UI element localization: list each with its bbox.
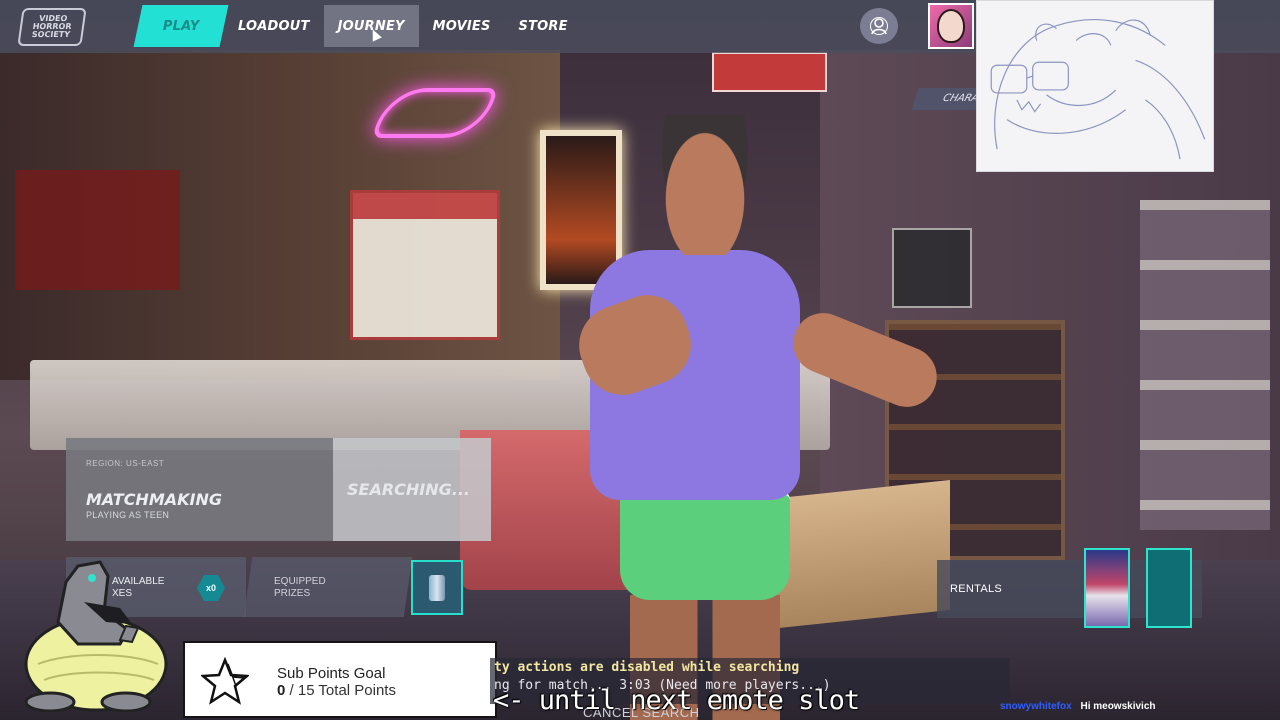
popcorn-machine [350, 190, 500, 340]
avatar-face-icon [937, 9, 965, 43]
sub-goal-progress: 0 / 15 Total Points [277, 682, 396, 699]
character-shorts [620, 490, 790, 600]
character-tab-label: CHARA [941, 93, 981, 104]
nav-tab-store[interactable]: STORE [505, 5, 582, 47]
searching-button[interactable]: SEARCHING... [333, 438, 491, 541]
main-nav: PLAY LOADOUT JOURNEY MOVIES STORE [133, 5, 582, 47]
sub-goal-title: Sub Points Goal [277, 665, 386, 682]
chat-message: snowywhitefox Hi meowskivich [1000, 701, 1156, 712]
nav-tab-store-label: STORE [518, 18, 568, 34]
console-warning-line: ty actions are disabled while searching [494, 660, 800, 675]
only-sign [712, 52, 827, 92]
character-select-button[interactable] [860, 8, 898, 44]
logo-line-3: SOCIETY [31, 30, 71, 39]
rental-slot-1[interactable] [1084, 548, 1130, 628]
character-tab[interactable]: CHARA [911, 88, 984, 110]
sub-goal-total: / 15 Total Points [289, 682, 396, 699]
profile-avatar[interactable] [928, 3, 974, 49]
matchmaking-title: MATCHMAKING [86, 490, 222, 509]
nav-tab-play[interactable]: PLAY [133, 5, 229, 47]
soda-can-icon [429, 574, 445, 601]
rentals-label: RENTALS [950, 583, 1003, 595]
equipped-prizes-label: EQUIPPED PRIZES [274, 576, 326, 599]
equipped-prize-card[interactable] [411, 560, 463, 615]
chat-text: Hi meowskivich [1080, 701, 1156, 712]
star-icon [201, 657, 249, 705]
nav-tab-loadout-label: LOADOUT [238, 18, 310, 34]
store-sign-red [15, 170, 180, 290]
nav-tab-movies-label: MOVIES [432, 18, 491, 34]
character-head [655, 115, 755, 255]
matchmaking-region: REGION: US-EAST [86, 459, 165, 468]
nav-tab-movies[interactable]: MOVIES [419, 5, 505, 47]
sub-points-goal-widget: Sub Points Goal 0 / 15 Total Points [183, 641, 497, 718]
staff-picks-sign [892, 228, 972, 308]
nav-tab-loadout[interactable]: LOADOUT [224, 5, 324, 47]
sketch-drawing [990, 19, 1206, 160]
game-logo[interactable]: VIDEO HORROR SOCIETY [17, 8, 87, 46]
stream-sketch-overlay [976, 0, 1214, 172]
stream-caption: <- until next emote slot [493, 685, 860, 716]
searching-label: SEARCHING... [347, 480, 470, 499]
rental-slot-2[interactable] [1146, 548, 1192, 628]
nav-tab-journey[interactable]: JOURNEY [323, 5, 419, 47]
display-rack [1140, 200, 1270, 530]
nav-tab-play-label: PLAY [162, 18, 200, 34]
matchmaking-panel: REGION: US-EAST MATCHMAKING PLAYING AS T… [66, 438, 333, 541]
character-icon [870, 17, 888, 35]
sub-goal-current: 0 [277, 682, 286, 699]
mascot-icon [24, 560, 168, 712]
chat-username: snowywhitefox [1000, 701, 1072, 712]
matchmaking-role: PLAYING AS TEEN [86, 510, 170, 520]
